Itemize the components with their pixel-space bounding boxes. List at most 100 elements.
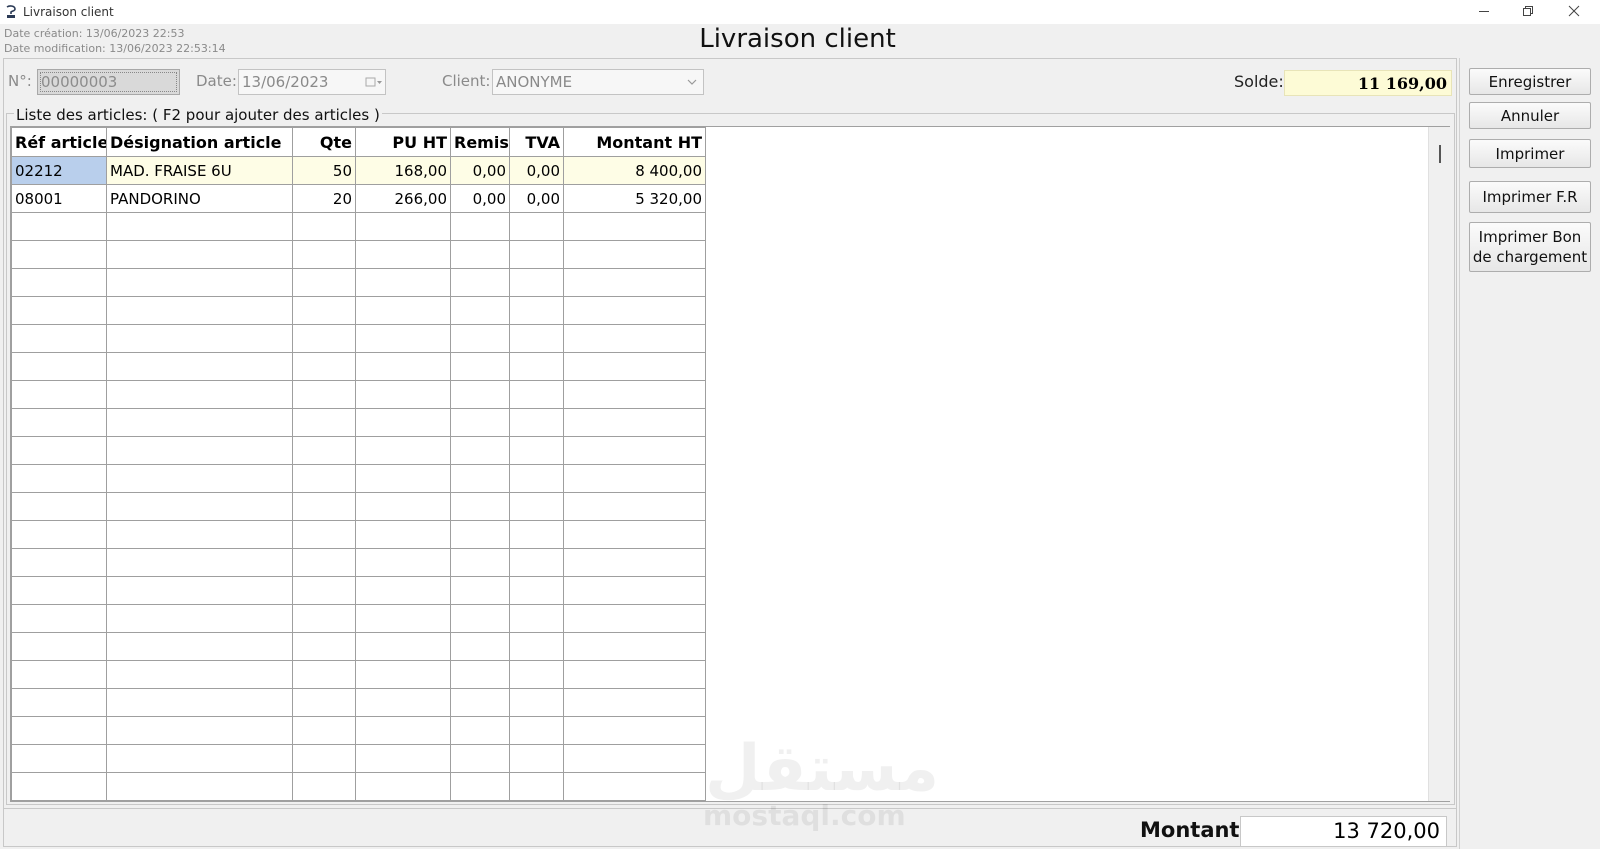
empty-cell[interactable] — [355, 744, 451, 773]
empty-cell[interactable] — [106, 576, 293, 605]
empty-cell[interactable] — [292, 436, 356, 465]
empty-table-row[interactable] — [11, 492, 706, 521]
empty-cell[interactable] — [355, 436, 451, 465]
empty-cell[interactable] — [355, 240, 451, 269]
column-header-ref[interactable]: Réf article — [11, 127, 107, 157]
empty-table-row[interactable] — [11, 772, 706, 801]
empty-cell[interactable] — [11, 520, 107, 549]
empty-cell[interactable] — [292, 324, 356, 353]
empty-cell[interactable] — [563, 716, 706, 745]
column-header-remis[interactable]: Remis — [450, 127, 510, 157]
empty-cell[interactable] — [106, 744, 293, 773]
empty-cell[interactable] — [292, 660, 356, 689]
empty-cell[interactable] — [11, 688, 107, 717]
client-dropdown-button[interactable] — [681, 70, 703, 94]
empty-cell[interactable] — [355, 324, 451, 353]
annuler-button[interactable]: Annuler — [1469, 102, 1591, 129]
articles-grid[interactable]: Réf article Désignation article Qte PU H… — [10, 126, 1450, 802]
empty-cell[interactable] — [11, 548, 107, 577]
empty-cell[interactable] — [450, 632, 510, 661]
cell-pu-ht[interactable]: 266,00 — [355, 184, 451, 213]
cell-pu-ht[interactable]: 168,00 — [355, 156, 451, 185]
empty-cell[interactable] — [292, 464, 356, 493]
empty-cell[interactable] — [450, 660, 510, 689]
minimize-button[interactable] — [1462, 0, 1506, 22]
empty-cell[interactable] — [11, 716, 107, 745]
empty-cell[interactable] — [355, 352, 451, 381]
empty-cell[interactable] — [106, 268, 293, 297]
empty-cell[interactable] — [292, 632, 356, 661]
empty-cell[interactable] — [106, 352, 293, 381]
empty-cell[interactable] — [355, 604, 451, 633]
empty-cell[interactable] — [11, 268, 107, 297]
empty-cell[interactable] — [11, 296, 107, 325]
empty-cell[interactable] — [355, 688, 451, 717]
empty-cell[interactable] — [509, 520, 564, 549]
empty-cell[interactable] — [355, 408, 451, 437]
column-header-montant-ht[interactable]: Montant HT — [563, 127, 706, 157]
empty-cell[interactable] — [355, 268, 451, 297]
empty-cell[interactable] — [563, 240, 706, 269]
empty-cell[interactable] — [106, 464, 293, 493]
empty-cell[interactable] — [563, 744, 706, 773]
empty-cell[interactable] — [563, 296, 706, 325]
empty-cell[interactable] — [450, 324, 510, 353]
empty-cell[interactable] — [106, 380, 293, 409]
empty-cell[interactable] — [106, 436, 293, 465]
empty-cell[interactable] — [355, 296, 451, 325]
empty-cell[interactable] — [563, 380, 706, 409]
cell-montant-ht[interactable]: 5 320,00 — [563, 184, 706, 213]
empty-cell[interactable] — [106, 240, 293, 269]
empty-cell[interactable] — [106, 296, 293, 325]
empty-cell[interactable] — [509, 688, 564, 717]
empty-cell[interactable] — [563, 688, 706, 717]
empty-cell[interactable] — [106, 212, 293, 241]
empty-table-row[interactable] — [11, 380, 706, 409]
empty-cell[interactable] — [509, 492, 564, 521]
empty-cell[interactable] — [292, 492, 356, 521]
empty-cell[interactable] — [11, 408, 107, 437]
empty-cell[interactable] — [450, 744, 510, 773]
empty-cell[interactable] — [292, 268, 356, 297]
empty-cell[interactable] — [292, 772, 356, 801]
cell-montant-ht[interactable]: 8 400,00 — [563, 156, 706, 185]
empty-cell[interactable] — [292, 240, 356, 269]
cell-tva[interactable]: 0,00 — [509, 184, 564, 213]
empty-cell[interactable] — [355, 380, 451, 409]
imprimer-fr-button[interactable]: Imprimer F.R — [1469, 181, 1591, 213]
empty-cell[interactable] — [563, 772, 706, 801]
empty-cell[interactable] — [11, 576, 107, 605]
empty-cell[interactable] — [106, 632, 293, 661]
empty-cell[interactable] — [509, 464, 564, 493]
empty-cell[interactable] — [11, 492, 107, 521]
empty-cell[interactable] — [11, 436, 107, 465]
empty-table-row[interactable] — [11, 464, 706, 493]
empty-table-row[interactable] — [11, 576, 706, 605]
empty-cell[interactable] — [355, 212, 451, 241]
empty-cell[interactable] — [509, 744, 564, 773]
empty-cell[interactable] — [11, 632, 107, 661]
empty-cell[interactable] — [450, 352, 510, 381]
empty-cell[interactable] — [106, 492, 293, 521]
empty-cell[interactable] — [509, 632, 564, 661]
empty-cell[interactable] — [509, 716, 564, 745]
empty-cell[interactable] — [450, 716, 510, 745]
empty-cell[interactable] — [450, 772, 510, 801]
restore-button[interactable] — [1506, 0, 1550, 22]
cell-qte[interactable]: 50 — [292, 156, 356, 185]
empty-cell[interactable] — [509, 548, 564, 577]
empty-cell[interactable] — [106, 408, 293, 437]
empty-cell[interactable] — [11, 240, 107, 269]
empty-cell[interactable] — [355, 716, 451, 745]
empty-cell[interactable] — [355, 576, 451, 605]
empty-cell[interactable] — [450, 688, 510, 717]
empty-cell[interactable] — [292, 352, 356, 381]
empty-cell[interactable] — [509, 352, 564, 381]
empty-cell[interactable] — [509, 380, 564, 409]
empty-table-row[interactable] — [11, 212, 706, 241]
empty-cell[interactable] — [563, 436, 706, 465]
empty-cell[interactable] — [450, 576, 510, 605]
empty-cell[interactable] — [106, 324, 293, 353]
client-select[interactable]: ANONYME — [492, 69, 704, 95]
empty-cell[interactable] — [355, 492, 451, 521]
